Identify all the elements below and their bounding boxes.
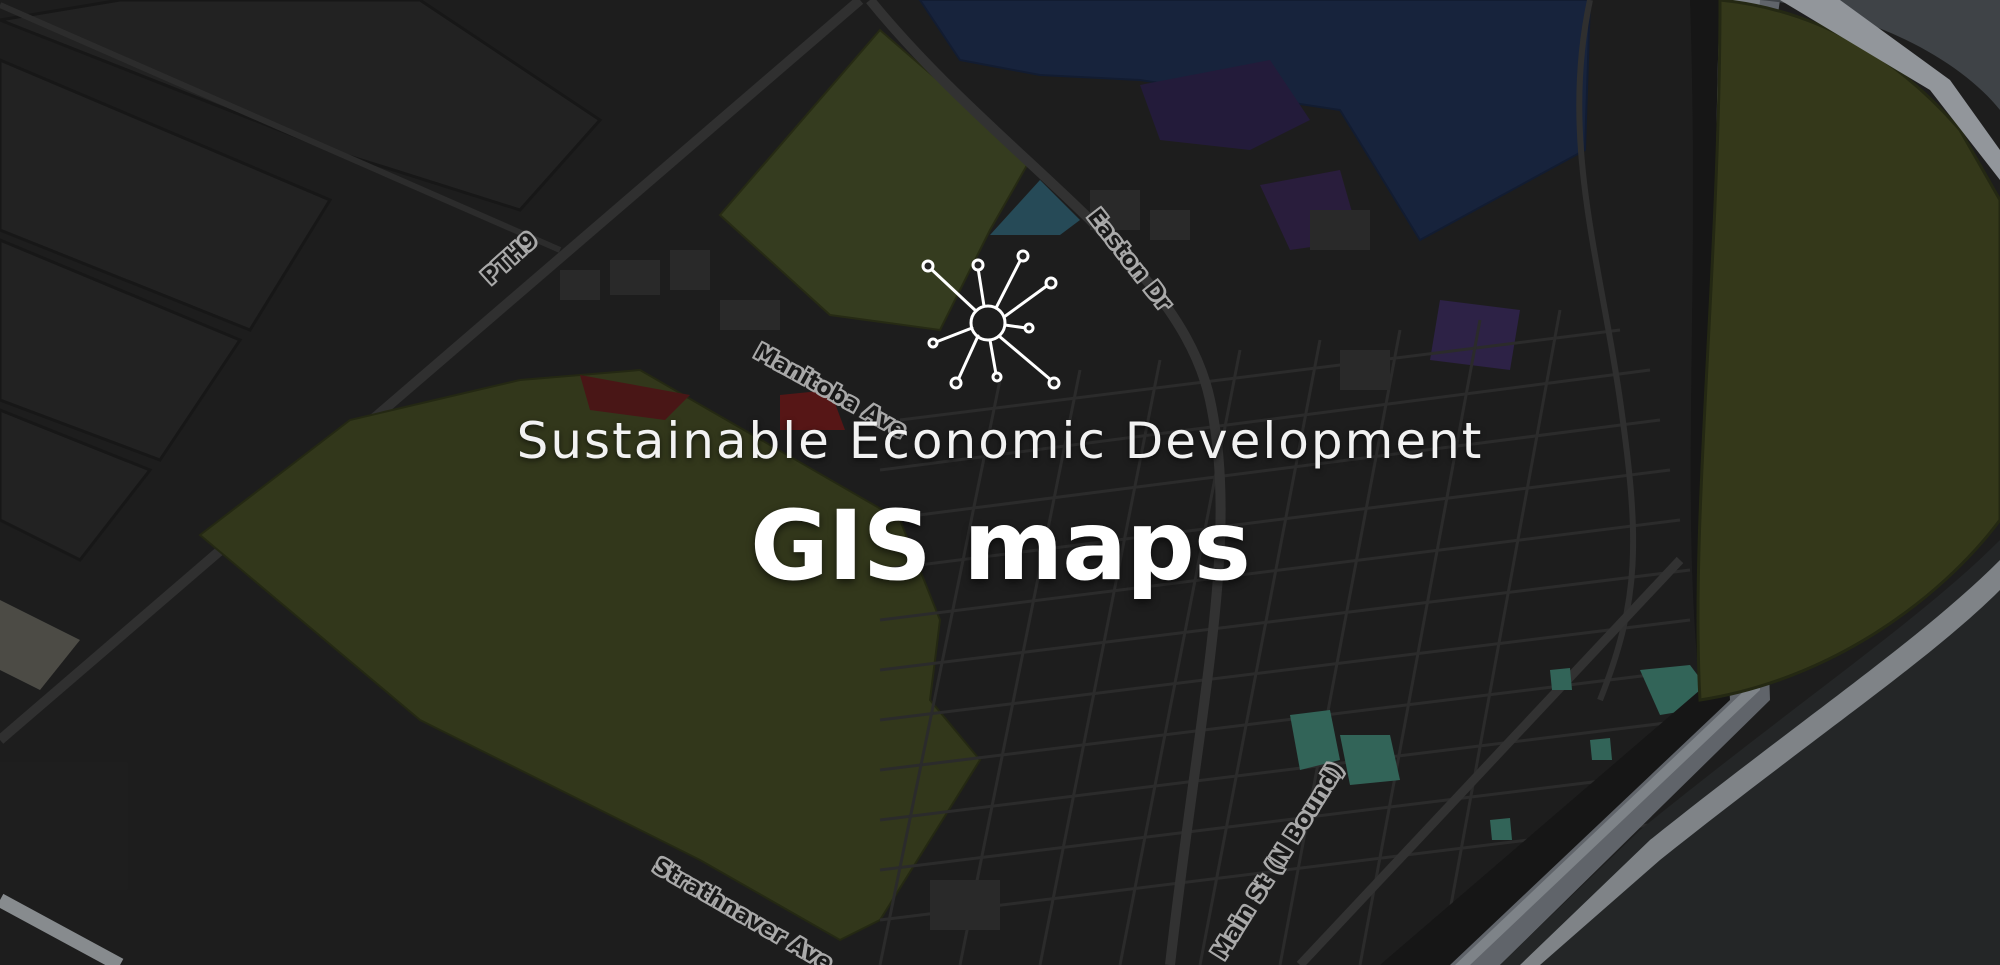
hero-title: GIS maps	[750, 490, 1251, 602]
network-hub-icon	[900, 245, 1080, 395]
hero-banner: PTH9 Easton Dr Manitoba Ave Strathnaver …	[0, 0, 2000, 965]
hero-subtitle: Sustainable Economic Development	[516, 412, 1484, 470]
hero-content: Sustainable Economic Development GIS map…	[0, 0, 2000, 965]
